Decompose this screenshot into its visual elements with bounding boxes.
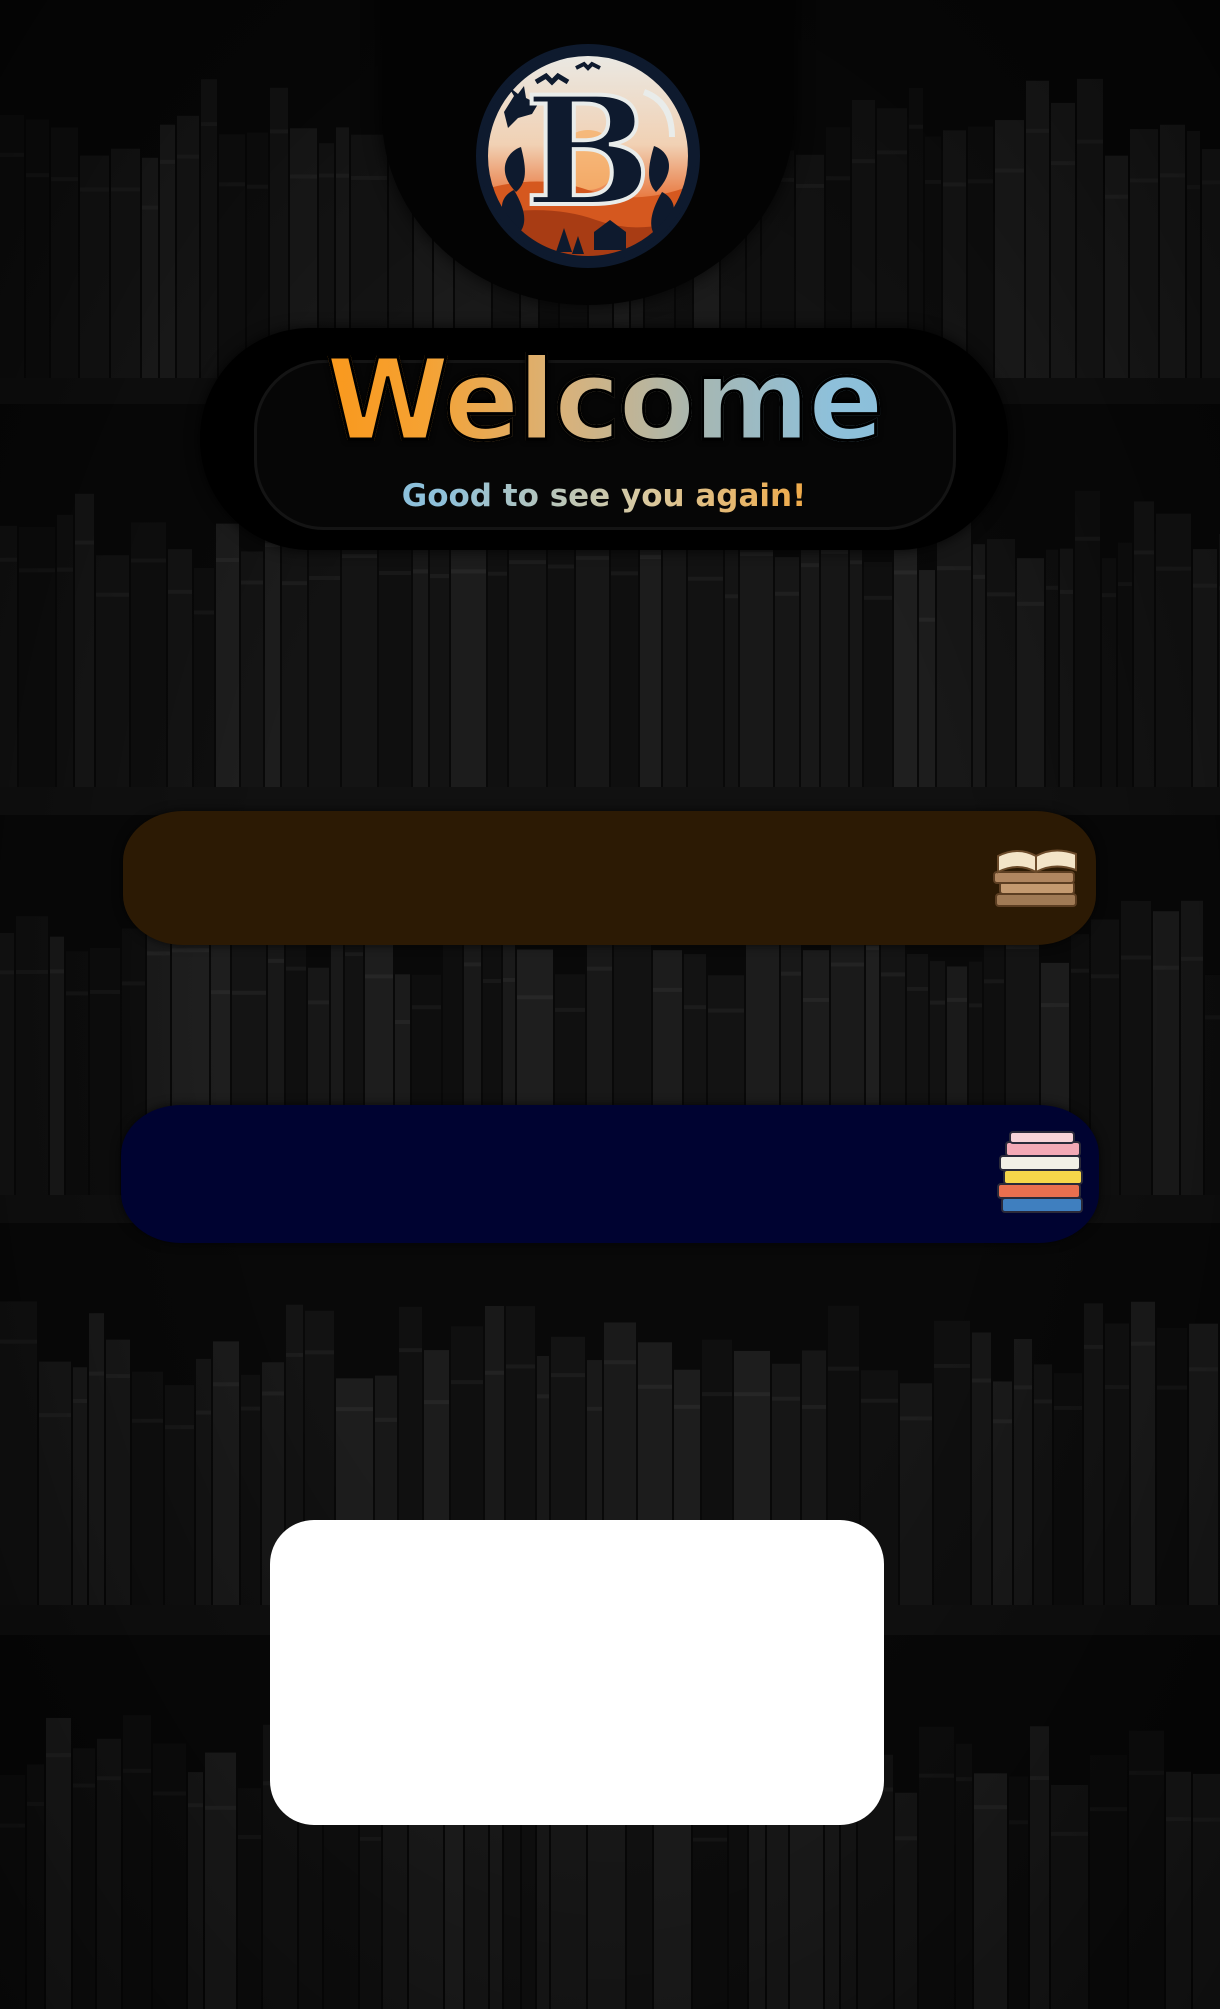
brown-input-field[interactable] <box>123 811 1096 945</box>
login-page: B Welcome Good to see you again! <box>0 0 1220 2009</box>
welcome-subtitle: Good to see you again! <box>200 474 1008 518</box>
white-card[interactable] <box>270 1520 884 1825</box>
b-monogram-logo-icon: B <box>476 44 700 268</box>
navy-input-field[interactable] <box>121 1105 1099 1243</box>
colorful-books-stack-icon <box>997 1131 1083 1213</box>
welcome-title: Welcome <box>200 335 1008 468</box>
logo-letter: B <box>525 64 652 240</box>
open-books-stack-icon <box>993 849 1077 907</box>
